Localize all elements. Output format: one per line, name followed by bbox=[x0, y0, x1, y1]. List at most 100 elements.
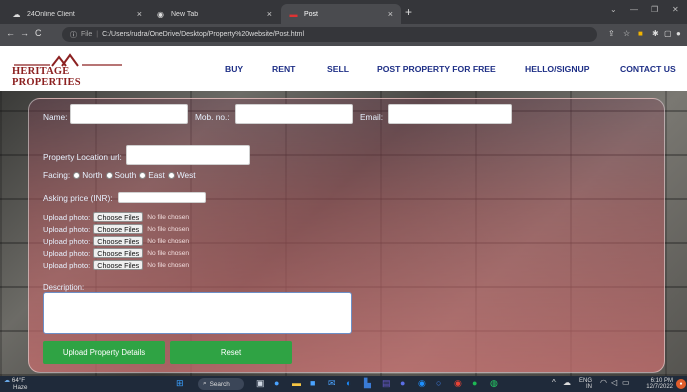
upload-row: Upload photo: Choose Files No file chose… bbox=[43, 248, 189, 258]
browser-tab-bar: ☁ 24Online Client × ◉ New Tab × ▬ Post ×… bbox=[0, 0, 687, 24]
location-label: Property Location url: bbox=[43, 152, 122, 162]
discord-icon[interactable]: ● bbox=[400, 378, 405, 389]
choose-files-button[interactable]: Choose Files bbox=[93, 212, 144, 222]
store-icon[interactable]: ■ bbox=[310, 378, 315, 389]
opera-icon[interactable]: ○ bbox=[436, 378, 441, 389]
chrome-icon[interactable]: ◉ bbox=[454, 378, 462, 389]
upload-row: Upload photo: Choose Files No file chose… bbox=[43, 260, 189, 270]
teams-icon[interactable]: ▤ bbox=[382, 378, 391, 389]
mob-input[interactable] bbox=[235, 104, 353, 124]
star-icon[interactable]: ☆ bbox=[623, 29, 630, 38]
tab-new-tab[interactable]: ◉ New Tab × bbox=[148, 4, 280, 24]
tab-title: Post bbox=[304, 10, 319, 18]
forward-arrow-icon[interactable]: → bbox=[20, 28, 29, 38]
chrome-icon: ◉ bbox=[157, 9, 164, 19]
nav-buy[interactable]: BUY bbox=[225, 64, 243, 74]
email-label: Email: bbox=[360, 112, 384, 122]
edge-icon[interactable]: ◐ bbox=[346, 378, 351, 389]
upload-label: Upload photo: bbox=[43, 248, 91, 258]
email-input[interactable] bbox=[388, 104, 512, 124]
address-bar[interactable]: ⓘ File | C:/Users/rudra/OneDrive/Desktop… bbox=[62, 27, 597, 42]
taskbar-search[interactable]: ⌕ Search bbox=[198, 378, 244, 390]
battery-icon[interactable]: ▭ bbox=[622, 379, 630, 386]
notification-badge[interactable]: ● bbox=[676, 379, 686, 389]
close-icon[interactable]: × bbox=[267, 9, 272, 19]
extension-icon[interactable]: ■ bbox=[638, 29, 643, 38]
restore-icon[interactable]: ❐ bbox=[651, 5, 658, 14]
file-explorer-icon[interactable]: ▬ bbox=[292, 378, 301, 389]
chevron-up-icon[interactable]: ^ bbox=[552, 379, 556, 386]
weather-widget[interactable]: ☁ 64°F Haze bbox=[4, 377, 28, 391]
clock[interactable]: 6:10 PM 12/7/2022 bbox=[643, 378, 673, 390]
choose-files-button[interactable]: Choose Files bbox=[93, 224, 144, 234]
location-url-input[interactable] bbox=[126, 145, 250, 165]
radio-west[interactable] bbox=[167, 171, 175, 179]
file-status: No file chosen bbox=[147, 237, 190, 245]
whatsapp-icon[interactable]: ◍ bbox=[490, 378, 498, 389]
weather-temp: 64°F bbox=[11, 377, 26, 384]
choose-files-button[interactable]: Choose Files bbox=[93, 248, 144, 258]
info-icon[interactable]: ⓘ bbox=[70, 30, 77, 40]
region-label: IN bbox=[586, 383, 593, 390]
language-indicator[interactable]: ENG IN bbox=[579, 378, 593, 390]
description-label: Description: bbox=[43, 283, 85, 292]
close-window-icon[interactable]: ✕ bbox=[672, 5, 679, 14]
windows-start-icon[interactable]: ⊞ bbox=[176, 378, 184, 389]
close-icon[interactable]: × bbox=[388, 9, 393, 19]
profile-icon[interactable]: ● bbox=[676, 29, 681, 38]
upload-property-button[interactable]: Upload Property Details bbox=[43, 341, 165, 364]
spotify-icon[interactable]: ● bbox=[472, 378, 477, 389]
radio-label: North bbox=[82, 170, 103, 180]
facing-label: Facing: bbox=[43, 170, 71, 180]
sidebar-icon[interactable]: ▢ bbox=[664, 29, 672, 38]
tab-24online-client[interactable]: ☁ 24Online Client × bbox=[4, 4, 150, 24]
reset-button[interactable]: Reset bbox=[170, 341, 292, 364]
file-status: No file chosen bbox=[147, 249, 190, 257]
cloud-icon: ☁ bbox=[12, 9, 21, 19]
chevron-down-icon[interactable]: ⌄ bbox=[610, 5, 617, 14]
puzzle-icon[interactable]: ✱ bbox=[652, 29, 659, 38]
wifi-icon[interactable]: ◠ bbox=[600, 379, 607, 386]
word-icon[interactable]: ▙ bbox=[364, 378, 371, 389]
radio-label: East bbox=[148, 170, 165, 180]
minimize-icon[interactable]: — bbox=[630, 5, 638, 14]
url-text: C:/Users/rudra/OneDrive/Desktop/Property… bbox=[102, 31, 305, 38]
radio-south[interactable] bbox=[105, 171, 113, 179]
reload-icon[interactable]: C bbox=[35, 28, 42, 38]
back-arrow-icon[interactable]: ← bbox=[6, 28, 15, 38]
nav-sell[interactable]: SELL bbox=[327, 64, 349, 74]
radio-north[interactable] bbox=[73, 171, 81, 179]
vscode-icon[interactable]: ◉ bbox=[418, 378, 426, 389]
nav-post-property[interactable]: POST PROPERTY FOR FREE bbox=[377, 64, 496, 74]
tab-post[interactable]: ▬ Post × bbox=[281, 4, 401, 24]
name-input[interactable] bbox=[70, 104, 188, 124]
mail-icon[interactable]: ✉ bbox=[328, 378, 336, 389]
nav-rent[interactable]: RENT bbox=[272, 64, 295, 74]
task-view-icon[interactable]: ▣ bbox=[256, 378, 265, 389]
chat-icon[interactable]: ● bbox=[274, 378, 279, 389]
new-tab-button[interactable]: + bbox=[405, 5, 412, 19]
logo-text: HERITAGE PROPERTIES bbox=[12, 66, 81, 88]
close-icon[interactable]: × bbox=[137, 9, 142, 19]
weather-desc: Haze bbox=[13, 383, 28, 391]
radio-east[interactable] bbox=[139, 171, 147, 179]
volume-icon[interactable]: ◁ bbox=[611, 379, 617, 386]
weather-icon: ☁ bbox=[4, 377, 11, 384]
share-icon[interactable]: ⇪ bbox=[608, 29, 615, 38]
description-textarea[interactable] bbox=[43, 292, 352, 334]
nav-contact-us[interactable]: CONTACT US bbox=[620, 64, 676, 74]
facing-radio-group: Facing: North South East West bbox=[43, 170, 196, 180]
choose-files-button[interactable]: Choose Files bbox=[93, 236, 144, 246]
choose-files-button[interactable]: Choose Files bbox=[93, 260, 144, 270]
nav-hello-signup[interactable]: HELLO/SIGNUP bbox=[525, 64, 589, 74]
tab-title: New Tab bbox=[171, 10, 199, 18]
site-header: HERITAGE PROPERTIES BUY RENT SELL POST P… bbox=[0, 46, 687, 91]
upload-row: Upload photo: Choose Files No file chose… bbox=[43, 212, 189, 222]
mob-label: Mob. no.: bbox=[195, 112, 230, 122]
cloud-icon[interactable]: ☁ bbox=[563, 379, 571, 386]
upload-label: Upload photo: bbox=[43, 236, 91, 246]
scheme-label: File bbox=[81, 31, 93, 38]
radio-label: West bbox=[176, 170, 196, 180]
price-input[interactable] bbox=[118, 192, 206, 203]
site-logo[interactable]: HERITAGE PROPERTIES bbox=[12, 52, 127, 88]
